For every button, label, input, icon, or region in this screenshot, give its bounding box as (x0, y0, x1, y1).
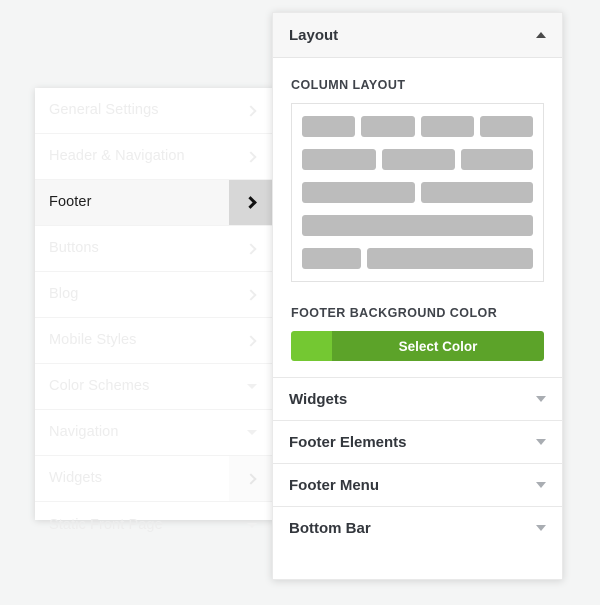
sidebar-item-widgets[interactable]: Widgets (35, 456, 275, 502)
accordion-section-label: Footer Elements (289, 433, 407, 451)
sidebar-item-navigation[interactable]: Navigation (35, 410, 275, 456)
chevron-up-icon[interactable] (536, 32, 546, 38)
column-bar (302, 182, 415, 203)
chevron-right-icon[interactable] (229, 318, 275, 363)
column-layout-option-two-column[interactable] (302, 182, 533, 203)
accordion-section-widgets[interactable]: Widgets (273, 377, 562, 420)
chevron-right-icon[interactable] (229, 180, 275, 225)
chevron-right-icon-glyph (244, 104, 257, 117)
column-layout-option-quarter-three-quarter[interactable] (302, 248, 533, 269)
column-bar (479, 116, 533, 137)
column-layout-option-three-column[interactable] (302, 149, 533, 170)
sidebar-item-label: Mobile Styles (49, 332, 137, 349)
sidebar-item-label: Buttons (49, 240, 99, 257)
column-layout-选择器[interactable] (291, 103, 544, 282)
chevron-down-icon[interactable] (536, 525, 546, 531)
column-bar (361, 116, 415, 137)
chevron-down-icon[interactable] (229, 364, 275, 409)
sidebar-item-static-front-page[interactable]: Static Front Page (35, 502, 275, 548)
chevron-right-icon[interactable] (229, 226, 275, 271)
column-bar (302, 215, 533, 236)
sidebar-item-label: Blog (49, 286, 79, 303)
sidebar-item-label: Navigation (49, 424, 119, 441)
page-title: Layout (289, 26, 339, 44)
chevron-down-icon[interactable] (536, 439, 546, 445)
chevron-down-icon[interactable] (229, 410, 275, 455)
chevron-down-icon[interactable] (536, 482, 546, 488)
select-color-button[interactable]: Select Color (332, 331, 544, 361)
layout-panel-header[interactable]: Layout (273, 13, 562, 58)
column-bar (460, 149, 533, 170)
accordion-sections: Widgets Footer Elements Footer Menu Bottom … (273, 377, 562, 549)
sidebar-item-header-navigation[interactable]: Header & Navigation (35, 134, 275, 180)
column-bar (366, 248, 533, 269)
column-layout-label: COLUMN LAYOUT (291, 78, 406, 92)
customizer-sidebar: General Settings Header & Navigation Foote… (35, 88, 275, 532)
column-bar (302, 149, 377, 170)
sidebar-item-label: Color Schemes (49, 378, 150, 395)
sidebar-item-label: Header & Navigation (49, 148, 185, 165)
column-layout-option-four-column[interactable] (302, 116, 533, 137)
layout-panel: Layout COLUMN LAYOUT FOOTER BACKGROUND C… (272, 12, 563, 580)
color-swatch[interactable] (291, 331, 332, 361)
accordion-section-footer-menu[interactable]: Footer Menu (273, 463, 562, 506)
layout-panel-body: COLUMN LAYOUT FOOTER BACKGROUND COLOR Se… (273, 58, 562, 377)
chevron-right-icon-glyph (244, 242, 257, 255)
chevron-down-icon-glyph (247, 430, 257, 435)
sidebar-item-label: Footer (49, 194, 92, 211)
chevron-right-icon[interactable] (229, 134, 275, 179)
chevron-down-icon[interactable] (536, 396, 546, 402)
column-bar (420, 182, 533, 203)
sidebar-item-label: Widgets (49, 470, 103, 487)
chevron-right-icon[interactable] (229, 88, 275, 133)
chevron-down-icon[interactable] (229, 502, 275, 548)
sidebar-item-general-settings[interactable]: General Settings (35, 88, 275, 134)
column-layout-option-one-column[interactable] (302, 215, 533, 236)
column-bar (420, 116, 474, 137)
column-bar (382, 149, 455, 170)
footer-background-color-label: FOOTER BACKGROUND COLOR (291, 306, 498, 320)
chevron-right-icon[interactable] (229, 456, 275, 501)
accordion-section-footer-elements[interactable]: Footer Elements (273, 420, 562, 463)
sidebar-item-mobile-styles[interactable]: Mobile Styles (35, 318, 275, 364)
sidebar-item-blog[interactable]: Blog (35, 272, 275, 318)
sidebar-item-footer[interactable]: Footer (35, 180, 275, 226)
chevron-down-icon-glyph (247, 522, 257, 528)
chevron-right-icon[interactable] (229, 272, 275, 317)
column-bar (302, 248, 361, 269)
chevron-right-icon-glyph (244, 150, 257, 163)
accordion-section-label: Widgets (289, 390, 348, 408)
chevron-right-icon-glyph (244, 288, 257, 301)
accordion-section-label: Bottom Bar (289, 519, 371, 537)
chevron-right-icon-glyph (244, 472, 257, 485)
sidebar-item-buttons[interactable]: Buttons (35, 226, 275, 272)
chevron-right-icon-glyph (244, 196, 257, 209)
footer-background-color-control[interactable]: Select Color (291, 331, 544, 361)
chevron-down-icon-glyph (247, 384, 257, 389)
sidebar-item-label: General Settings (49, 102, 159, 119)
column-bar (302, 116, 356, 137)
accordion-section-bottom-bar[interactable]: Bottom Bar (273, 506, 562, 549)
sidebar-item-label: Static Front Page (49, 516, 163, 533)
chevron-right-icon-glyph (244, 334, 257, 347)
sidebar-item-color-schemes[interactable]: Color Schemes (35, 364, 275, 410)
accordion-section-label: Footer Menu (289, 476, 379, 494)
